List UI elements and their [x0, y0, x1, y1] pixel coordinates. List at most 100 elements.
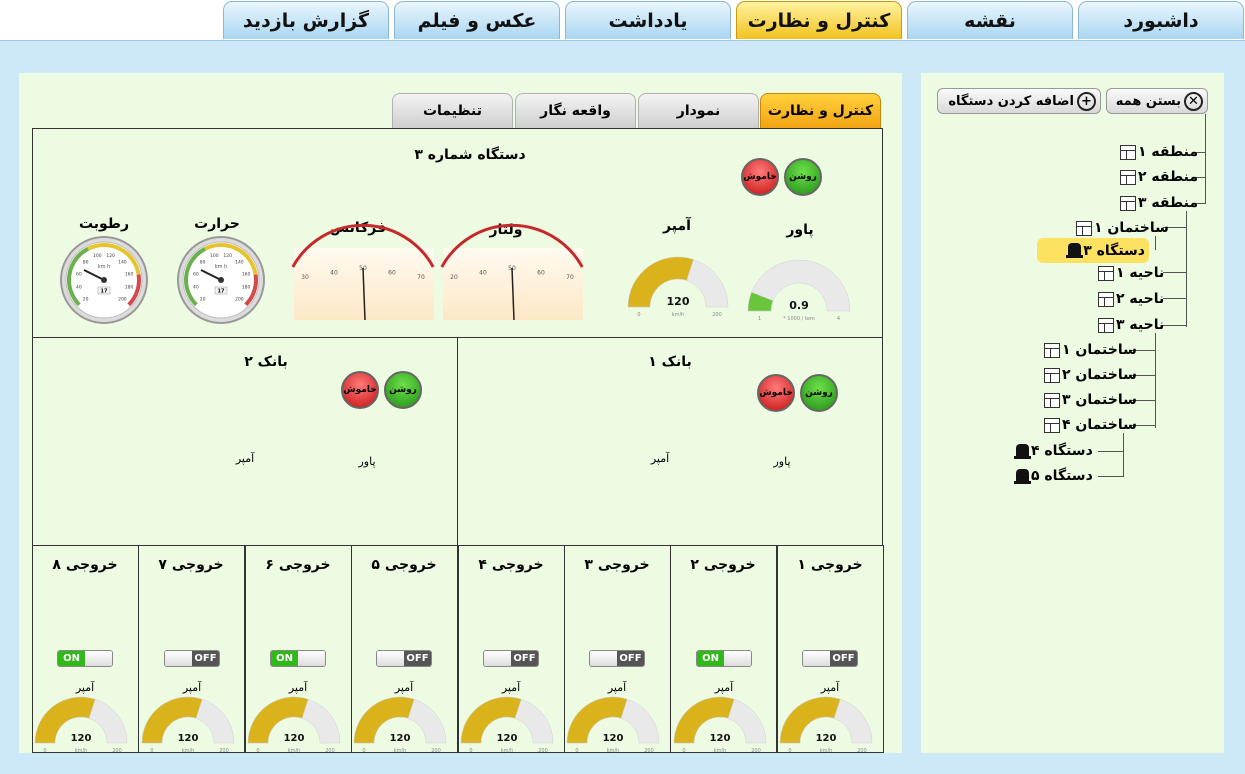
toggle-state-label: ON [271, 651, 298, 666]
gauge-min: 0 [150, 748, 153, 754]
tree-label: ساختمان ۳ [1062, 392, 1137, 408]
output-4-toggle[interactable]: OFF [483, 650, 539, 667]
toggle-state-label: OFF [192, 651, 219, 666]
gauge-min: 0 [256, 748, 259, 754]
device-icon [1066, 243, 1084, 258]
gauge-min: 1 [758, 316, 761, 322]
toggle-knob [85, 651, 112, 666]
table-icon [1098, 291, 1114, 307]
gauge-max: 200 [325, 748, 335, 754]
tree-item-device-4[interactable]: دستگاه ۴ [1014, 440, 1093, 462]
output-6-ampere-gauge: 120 km/h 0 200 [247, 696, 341, 754]
top-tab-map[interactable]: نقشه [907, 1, 1073, 39]
tree-item-region-1[interactable]: منطقه ۱ [1120, 141, 1198, 163]
tree-label: دستگاه ۵ [1031, 468, 1093, 484]
gauge-value: 120 [816, 733, 837, 744]
frequency-meter [294, 248, 434, 320]
bank-1-ampere-label: آمپر [650, 452, 670, 465]
gauge-unit: km/h [713, 748, 726, 754]
top-tab-media[interactable]: عکس و فیلم [394, 1, 560, 39]
top-tab-report[interactable]: گزارش بازدید [223, 1, 389, 39]
gauge-unit: km/h [607, 748, 620, 754]
gauge-max: 200 [219, 748, 229, 754]
device-icon [1014, 468, 1031, 484]
tree-label: ناحیه ۲ [1116, 291, 1165, 307]
table-icon [1098, 317, 1114, 333]
output-6-toggle[interactable]: ON [270, 650, 326, 667]
gauge-value: 120 [71, 733, 92, 744]
tree-label: دستگاه ۴ [1031, 443, 1093, 459]
bank-2-power-label: پاور [358, 455, 376, 468]
output-5-toggle[interactable]: OFF [376, 650, 432, 667]
output-5-title: خروجی ۵ [371, 557, 437, 573]
output-7-ampere-gauge: 120 km/h 0 200 [141, 696, 234, 754]
table-icon [1076, 220, 1092, 236]
table-icon [1044, 342, 1060, 358]
bank-2-title: بانک ۲ [244, 354, 288, 370]
table-icon [1120, 195, 1136, 211]
bank-1-power-label: پاور [773, 455, 791, 468]
tree-label: ساختمان ۱ [1062, 342, 1137, 358]
bank-2-off-button[interactable]: خاموش [341, 371, 379, 409]
subtab-control[interactable]: کنترل و نظارت [760, 93, 881, 128]
gauge-unit: km/h [181, 748, 194, 754]
tree-item-device-3[interactable]: دستگاه ۳ [1037, 238, 1149, 263]
tree-item-region-2[interactable]: منطقه ۲ [1120, 166, 1198, 188]
device-off-button[interactable]: خاموش [741, 158, 779, 196]
output-2-toggle[interactable]: ON [696, 650, 752, 667]
bank-1-on-button[interactable]: روشن [800, 374, 838, 412]
device-frequency-label: فرکانس [329, 220, 387, 236]
output-2-title: خروجی ۲ [690, 557, 756, 573]
gauge-max: 4 [837, 316, 840, 322]
toggle-knob [298, 651, 325, 666]
add-device-button[interactable]: + اضافه کردن دستگاه [937, 88, 1101, 114]
output-3-title: خروجی ۳ [584, 557, 650, 573]
top-tab-control[interactable]: کنترل و نظارت [736, 1, 902, 39]
tree-item-building-2[interactable]: ساختمان ۲ [1044, 364, 1137, 386]
top-tab-notes[interactable]: یادداشت [565, 1, 731, 39]
output-8-toggle[interactable]: ON [57, 650, 113, 667]
on-label: روشن [805, 388, 833, 398]
toggle-state-label: OFF [511, 651, 538, 666]
tree-item-area-1[interactable]: ناحیه ۱ [1098, 262, 1164, 284]
output-1-title: خروجی ۱ [797, 557, 863, 573]
tree-item-area-3[interactable]: ناحیه ۳ [1098, 314, 1164, 336]
gauge-min: 0 [44, 748, 47, 754]
subtab-chart[interactable]: نمودار [638, 93, 759, 128]
gauge-value: 120 [390, 733, 411, 744]
close-all-label: بستن همه [1115, 93, 1181, 109]
device-on-button[interactable]: روشن [784, 158, 822, 196]
tree-item-device-5[interactable]: دستگاه ۵ [1014, 465, 1093, 487]
add-device-label: اضافه کردن دستگاه [948, 93, 1074, 109]
tree-item-area-2[interactable]: ناحیه ۲ [1098, 288, 1164, 310]
gauge-min: 0 [682, 748, 685, 754]
output-4-ampere-gauge: 120 km/h 0 200 [460, 696, 554, 754]
subtab-events[interactable]: واقعه نگار [515, 93, 636, 128]
output-3-toggle[interactable]: OFF [589, 650, 645, 667]
tree-item-region-3[interactable]: منطقه ۳ [1120, 192, 1198, 214]
toggle-state-label: OFF [830, 651, 857, 666]
bank-2-on-button[interactable]: روشن [384, 371, 422, 409]
tree-label: ناحیه ۳ [1116, 317, 1165, 333]
bank-2-ampere-label: آمپر [235, 452, 255, 465]
tree-item-building-1[interactable]: ساختمان ۱ [1076, 217, 1169, 239]
bank-1-title: بانک ۱ [648, 354, 692, 370]
on-label: روشن [789, 172, 817, 182]
output-1-toggle[interactable]: OFF [802, 650, 858, 667]
gauge-max: 200 [112, 748, 122, 754]
output-8-ampere-gauge: 120 km/h 0 200 [34, 696, 128, 754]
gauge-value: 120 [603, 733, 624, 744]
bank-1-off-button[interactable]: خاموش [757, 374, 795, 412]
toggle-knob [724, 651, 751, 666]
subtab-settings[interactable]: تنظیمات [392, 93, 513, 128]
device-temperature-label: حرارت [194, 216, 240, 232]
gauge-unit: km/h [288, 748, 301, 754]
top-tab-dashboard[interactable]: داشبورد [1078, 1, 1244, 39]
tree-item-building-4[interactable]: ساختمان ۴ [1044, 414, 1137, 436]
gauge-unit: km/h [394, 748, 407, 754]
on-label: روشن [389, 385, 417, 395]
output-7-toggle[interactable]: OFF [164, 650, 220, 667]
close-all-button[interactable]: ✕ بستن همه [1106, 88, 1208, 114]
tree-item-building-3[interactable]: ساختمان ۳ [1044, 389, 1137, 411]
tree-item-building-1b[interactable]: ساختمان ۱ [1044, 339, 1137, 361]
